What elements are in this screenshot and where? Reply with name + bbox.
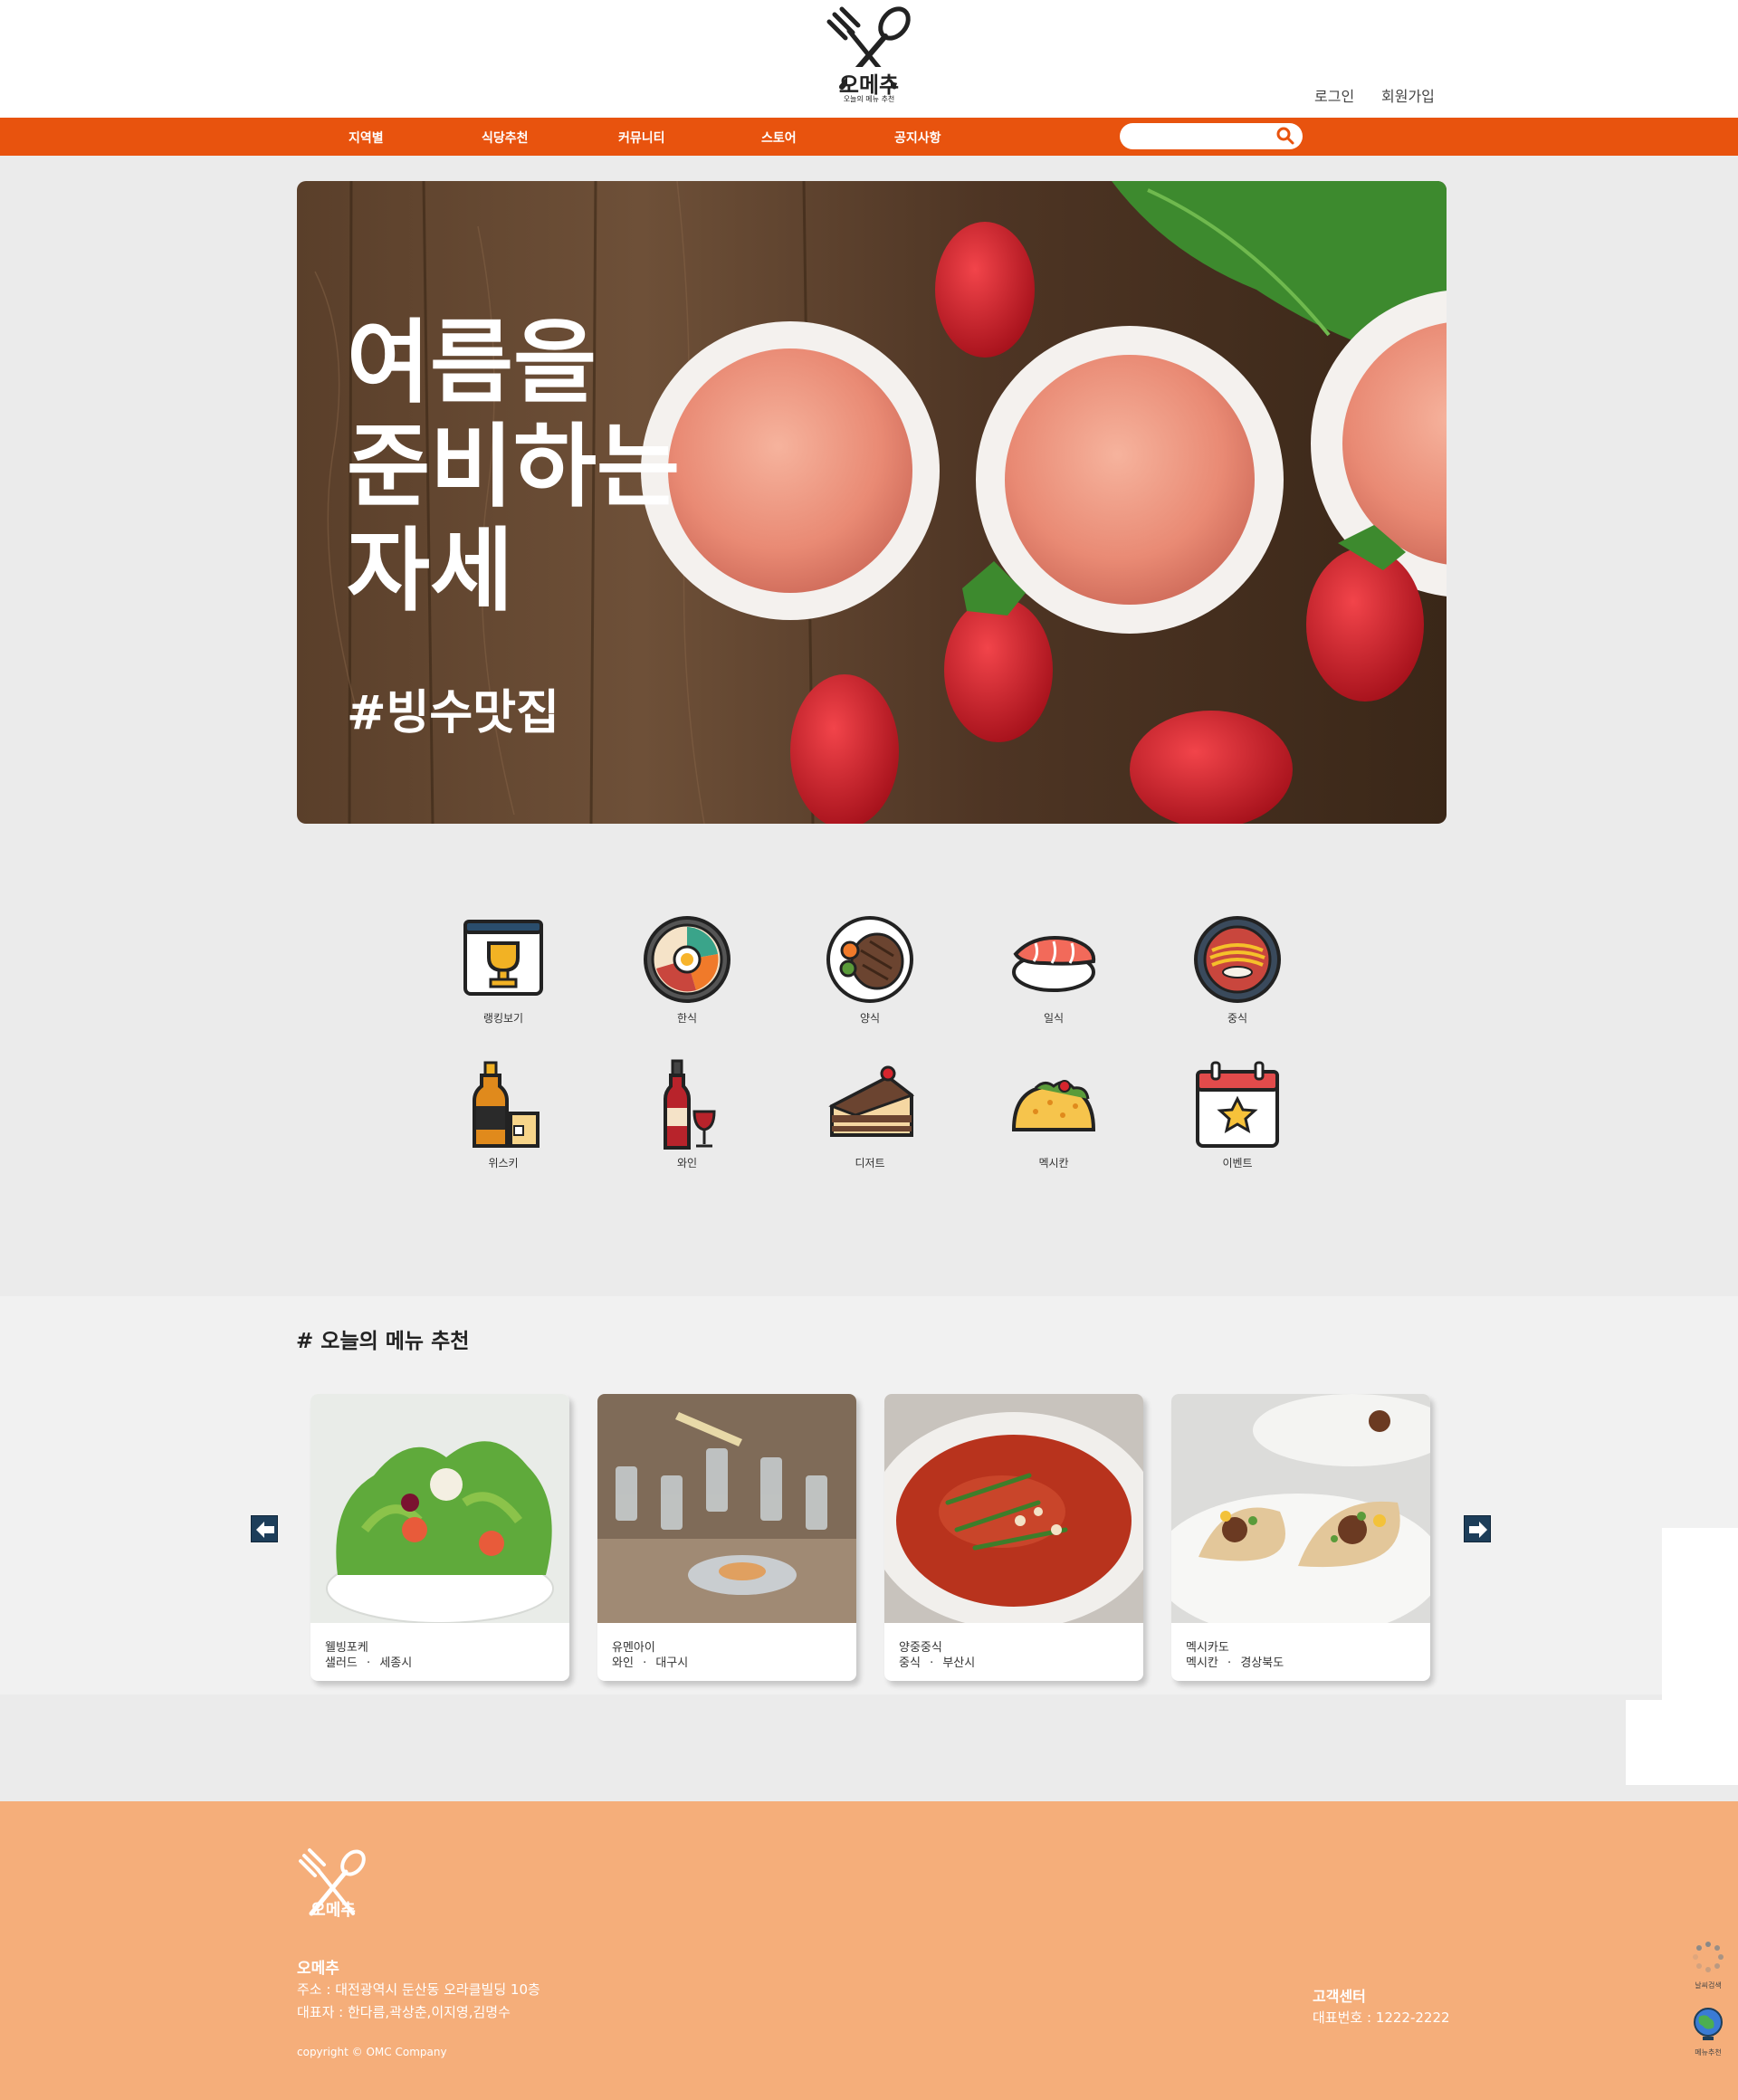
next-arrow-button[interactable]	[1464, 1515, 1491, 1542]
menu-card[interactable]: 멕시카도 멕시칸 · 경상북도	[1171, 1394, 1430, 1681]
login-link[interactable]: 로그인	[1314, 84, 1354, 106]
card-meta: 샐러드 · 세종시	[325, 1653, 412, 1670]
category-label: 일식	[1043, 1012, 1065, 1025]
noodle-bowl-icon	[1194, 916, 1281, 1003]
recommend-section	[0, 1296, 1738, 1694]
footer-brand: 오메추	[297, 1960, 339, 1978]
category-label: 랭킹보기	[482, 1012, 524, 1025]
recommend-title: # 오늘의 메뉴 추천	[296, 1330, 470, 1353]
menu-recommend-label: 메뉴추천	[1695, 2048, 1722, 2057]
whiskey-icon	[473, 1061, 540, 1148]
menu-card[interactable]: 양중중식 중식 · 부산시	[884, 1394, 1143, 1681]
card-region: 세종시	[379, 1656, 413, 1670]
weather-search-button[interactable]: 날씨검색	[1685, 1939, 1731, 1990]
category-whiskey[interactable]: 위스키	[444, 1059, 562, 1170]
cake-icon	[828, 1065, 915, 1137]
nav-item-store[interactable]: 스토어	[761, 129, 797, 147]
category-japanese[interactable]: 일식	[995, 914, 1113, 1026]
card-region: 경상북도	[1240, 1656, 1284, 1670]
card-category: 샐러드	[325, 1656, 358, 1670]
bibimbap-icon	[644, 916, 731, 1003]
card-meta: 중식 · 부산시	[899, 1653, 975, 1670]
calendar-icon	[1196, 1061, 1279, 1148]
weather-search-label: 날씨검색	[1695, 1981, 1722, 1990]
trophy-icon	[463, 920, 543, 996]
logo-subtitle: 오늘의 메뉴 추천	[843, 95, 895, 103]
site-footer	[0, 1801, 1738, 2100]
wine-icon	[664, 1059, 716, 1150]
prev-arrow-button[interactable]	[251, 1515, 278, 1542]
footer-cs-title: 고객센터	[1313, 1988, 1366, 2005]
category-wine[interactable]: 와인	[628, 1059, 746, 1170]
category-ranking[interactable]: 랭킹보기	[444, 914, 562, 1026]
site-header: 오메추 오늘의 메뉴 추천 로그인 회원가입	[0, 0, 1738, 118]
banner-headline-3: 자세	[347, 518, 513, 624]
category-korean[interactable]: 한식	[628, 914, 746, 1026]
footer-copyright: copyright © OMC Company	[297, 2046, 447, 2058]
nav-item-restaurant[interactable]: 식당추천	[482, 129, 529, 147]
category-label: 한식	[676, 1012, 698, 1025]
salad-photo	[310, 1394, 569, 1623]
banner-hashtag: #빙수맛집	[347, 686, 559, 740]
signup-link[interactable]: 회원가입	[1381, 84, 1435, 106]
globe-icon	[1694, 2008, 1723, 2040]
category-mexican[interactable]: 멕시칸	[995, 1059, 1113, 1170]
search-input[interactable]	[1120, 123, 1303, 149]
arrow-right-icon	[1469, 1522, 1487, 1538]
sushi-icon	[1012, 936, 1096, 992]
card-category: 중식	[899, 1656, 921, 1670]
footer-address: 주소 : 대전광역시 둔산동 오라클빌딩 10층	[297, 1981, 540, 1998]
separator: ·	[643, 1656, 647, 1670]
category-dessert[interactable]: 디저트	[811, 1059, 929, 1170]
card-region: 부산시	[942, 1656, 976, 1670]
menu-card[interactable]: 유멘아이 와인 · 대구시	[597, 1394, 856, 1681]
category-western[interactable]: 양식	[811, 914, 929, 1026]
category-label: 중식	[1227, 1012, 1248, 1025]
steak-icon	[826, 916, 913, 1003]
menu-card[interactable]: 웰빙포케 샐러드 · 세종시	[310, 1394, 569, 1681]
loading-dots-icon	[1693, 1942, 1724, 1972]
side-panel	[1662, 1528, 1738, 1700]
side-panel-lower	[1626, 1700, 1738, 1785]
tacos-photo	[1171, 1394, 1430, 1623]
card-category: 멕시칸	[1186, 1656, 1218, 1670]
banner-image: 여름을 준비하는 자세 #빙수맛집	[297, 181, 1447, 824]
search-icon[interactable]	[1275, 126, 1295, 146]
spacer	[0, 1694, 1738, 1801]
category-label: 위스키	[488, 1157, 519, 1169]
footer-cs-phone: 대표번호 : 1222-2222	[1313, 2009, 1450, 2026]
banner-headline-2: 준비하는	[347, 414, 680, 520]
jjamppong-photo	[884, 1394, 1143, 1623]
category-label: 멕시칸	[1038, 1157, 1069, 1169]
main-nav: 지역별 식당추천 커뮤니티 스토어 공지사항	[0, 118, 1738, 156]
footer-logo-text: 오메추	[310, 1901, 356, 1920]
menu-recommend-button[interactable]: 메뉴추천	[1685, 2006, 1731, 2057]
fork-spoon-logo-icon: 오메추	[299, 1848, 366, 1920]
wine-table-photo	[597, 1394, 856, 1623]
card-meta: 멕시칸 · 경상북도	[1186, 1653, 1284, 1670]
separator: ·	[1227, 1656, 1232, 1670]
footer-logo: 오메추	[297, 1847, 369, 1928]
category-label: 양식	[859, 1012, 881, 1025]
card-category: 와인	[612, 1656, 634, 1670]
nav-item-region[interactable]: 지역별	[349, 129, 384, 147]
category-label: 와인	[676, 1157, 698, 1169]
category-label: 이벤트	[1222, 1157, 1253, 1169]
nav-item-community[interactable]: 커뮤니티	[618, 129, 665, 147]
banner-headline-1: 여름을	[347, 310, 597, 415]
separator: ·	[930, 1656, 934, 1670]
card-region: 대구시	[655, 1656, 689, 1670]
arrow-left-icon	[256, 1522, 274, 1538]
card-meta: 와인 · 대구시	[612, 1653, 688, 1670]
category-label: 디저트	[855, 1157, 885, 1169]
site-logo[interactable]: 오메추 오늘의 메뉴 추천	[824, 4, 914, 107]
nav-item-notice[interactable]: 공지사항	[894, 129, 941, 147]
category-event[interactable]: 이벤트	[1179, 1059, 1296, 1170]
taco-icon	[1011, 1080, 1096, 1131]
footer-ceo: 대표자 : 한다름,곽상춘,이지영,김명수	[297, 2004, 511, 2020]
hero-banner[interactable]: 여름을 준비하는 자세 #빙수맛집	[297, 181, 1447, 824]
separator: ·	[367, 1656, 371, 1670]
category-chinese[interactable]: 중식	[1179, 914, 1296, 1026]
